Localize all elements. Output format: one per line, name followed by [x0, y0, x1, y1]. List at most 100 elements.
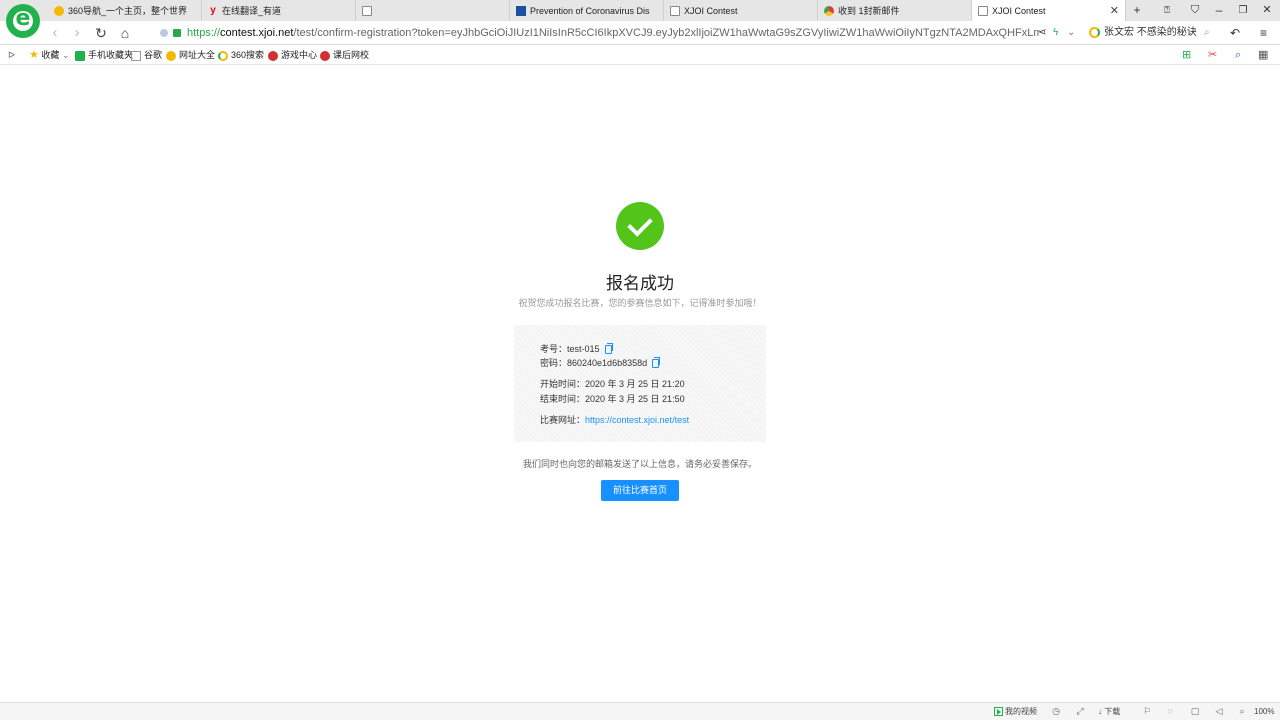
back-button[interactable]: ‹ — [45, 24, 65, 42]
history-icon[interactable]: ◷ — [1051, 706, 1061, 716]
start-time-row: 开始时间：2020 年 3 月 25 日 21:20 — [540, 378, 685, 390]
page-subtitle: 祝贺您成功报名比赛，您的参赛信息如下，记得准时参加哦！ — [518, 298, 762, 308]
refresh-button[interactable]: ↻ — [91, 24, 111, 42]
zoom-level[interactable]: 100% — [1254, 705, 1274, 719]
bookmark-favorites[interactable]: ★ 收藏 ⌄ — [29, 48, 69, 62]
browser-logo-icon[interactable] — [6, 4, 40, 38]
bookmark-label: 手机收藏夹 — [88, 50, 134, 60]
url-path: /test/confirm-registration?token=eyJhbGc… — [293, 27, 1040, 39]
tab-blank[interactable] — [356, 0, 510, 21]
chevron-down-icon: ⌄ — [61, 50, 70, 60]
star-icon: ★ — [29, 49, 39, 61]
tab-label: XJOI Contest — [992, 5, 1046, 16]
search-tool-icon[interactable]: ⌕ — [1235, 48, 1241, 62]
sidebar-toggle-icon[interactable]: ᐅ — [8, 48, 15, 62]
forward-button[interactable]: › — [67, 24, 87, 42]
tab-label: 在线翻译_有道 — [222, 6, 282, 16]
game-icon — [268, 50, 278, 61]
url-scheme: https:// — [187, 27, 221, 39]
exam-number-label: 考号： — [540, 344, 568, 354]
360-icon — [166, 50, 176, 61]
bookmark-directory[interactable]: 网址大全 — [166, 48, 215, 62]
end-time-row: 结束时间：2020 年 3 月 25 日 21:50 — [540, 393, 685, 405]
goto-contest-home-button[interactable]: 前往比赛首页 — [601, 480, 679, 501]
flag-icon[interactable]: ⚐ — [1142, 706, 1152, 716]
tab-coronavirus[interactable]: Prevention of Coronavirus Dis — [510, 0, 664, 21]
tab-xjoi-active[interactable]: XJOI Contest ✕ — [972, 0, 1126, 21]
url-field[interactable]: https://contest.xjoi.net/test/confirm-re… — [160, 25, 1040, 41]
undo-icon[interactable]: ↶ — [1230, 25, 1240, 41]
bookmark-mobile[interactable]: 手机收藏夹 — [75, 48, 133, 62]
shield-icon — [160, 29, 168, 38]
home-button[interactable]: ⌂ — [115, 24, 135, 42]
360-search-icon — [218, 50, 228, 61]
tab-label: 收到 1封新邮件 — [838, 6, 900, 16]
sound-icon[interactable]: ◁ — [1214, 706, 1224, 716]
chevron-down-icon[interactable]: ⌄ — [1067, 25, 1075, 41]
bookmark-google[interactable]: 谷歌 — [131, 48, 162, 62]
youdao-icon: y — [210, 4, 216, 16]
lightning-icon[interactable]: ϟ — [1053, 25, 1058, 41]
bookmark-games[interactable]: 游戏中心 — [268, 48, 317, 62]
zoom-icon[interactable]: ⌕ — [1237, 706, 1247, 716]
page-content: 报名成功 祝贺您成功报名比赛，您的参赛信息如下，记得准时参加哦！ 考号：test… — [0, 66, 1280, 702]
close-window-button[interactable]: ✕ — [1256, 2, 1278, 19]
tab-bar: 360导航_一个主页，整个世界 y 在线翻译_有道 Prevention of … — [0, 0, 1280, 38]
end-time-value: 2020 年 3 月 25 日 21:50 — [585, 394, 685, 404]
tab-360-nav[interactable]: 360导航_一个主页，整个世界 — [48, 0, 202, 21]
start-time-value: 2020 年 3 月 25 日 21:20 — [585, 379, 685, 389]
copy-icon[interactable] — [604, 343, 613, 355]
minimize-button[interactable]: – — [1208, 2, 1230, 19]
new-tab-button[interactable]: + — [1126, 2, 1148, 19]
360-search-icon — [1089, 26, 1100, 38]
my-video-label: 我的视频 — [1005, 707, 1037, 716]
tab-youdao[interactable]: y 在线翻译_有道 — [202, 0, 356, 21]
restore-button[interactable]: ❐ — [1232, 2, 1254, 19]
screenshot-icon[interactable]: ✂ — [1208, 48, 1217, 62]
registration-info-box: 考号：test-015 密码：860240e1d6b8358d 开始时间：202… — [514, 325, 766, 442]
tab-label: XJOI Contest — [684, 5, 738, 16]
cleanup-icon[interactable]: ◌ — [1165, 706, 1175, 716]
apps-icon[interactable]: ▦ — [1258, 48, 1268, 62]
bookmarks-bar: ᐅ ★ 收藏 ⌄ 手机收藏夹 谷歌 网址大全 360搜索 游戏中心 课后网校 ⊞… — [0, 45, 1280, 65]
tab-label: Prevention of Coronavirus Dis — [530, 5, 650, 16]
lock-icon — [173, 29, 181, 38]
search-hint-text: 张文宏 不感染的秘诀 — [1104, 27, 1197, 38]
search-box[interactable]: 张文宏 不感染的秘诀 — [1089, 25, 1197, 41]
exam-number-row: 考号：test-015 — [540, 343, 613, 355]
tab-mail[interactable]: 收到 1封新邮件 — [818, 0, 972, 21]
contest-url-link[interactable]: https://contest.xjoi.net/test — [585, 415, 689, 425]
bookmark-label: 360搜索 — [231, 50, 265, 60]
site-icon — [516, 5, 526, 16]
accelerate-icon[interactable]: ⤢ — [1075, 706, 1085, 716]
skin-icon[interactable]: ⛉ — [1184, 2, 1206, 19]
page-icon — [131, 50, 141, 61]
help-icon[interactable]: ⍰ — [1156, 2, 1178, 19]
bookmark-label: 游戏中心 — [281, 50, 318, 60]
school-icon — [320, 50, 330, 61]
my-video-button[interactable]: 我的视频 — [994, 705, 1037, 719]
password-label: 密码： — [540, 358, 568, 368]
exam-number-value: test-015 — [567, 344, 600, 354]
bookmark-school[interactable]: 课后网校 — [320, 48, 369, 62]
check-circle-icon — [616, 202, 664, 250]
page-title: 报名成功 — [606, 274, 674, 293]
menu-icon[interactable]: ≡ — [1260, 25, 1267, 41]
bookmark-label: 谷歌 — [144, 50, 163, 60]
bookmark-label: 课后网校 — [333, 50, 370, 60]
download-icon: ↓ — [1098, 707, 1102, 716]
extension-icon[interactable]: ⊞ — [1182, 48, 1191, 62]
copy-icon[interactable] — [652, 357, 661, 369]
download-button[interactable]: ↓ 下载 — [1098, 705, 1120, 719]
address-bar: ‹ › ↻ ⌂ https://contest.xjoi.net/test/co… — [0, 21, 1280, 45]
start-time-label: 开始时间： — [540, 379, 586, 389]
close-icon[interactable]: ✕ — [1110, 4, 1119, 17]
window-icon[interactable]: ▢ — [1190, 706, 1200, 716]
share-icon[interactable]: ⋖ — [1038, 25, 1046, 41]
bookmark-label: 网址大全 — [179, 50, 216, 60]
tab-xjoi-1[interactable]: XJOI Contest — [664, 0, 818, 21]
status-bar: 我的视频 ◷ ⤢ ↓ 下载 ⚐ ◌ ▢ ◁ ⌕ 100% — [0, 702, 1280, 720]
password-value: 860240e1d6b8358d — [567, 358, 648, 368]
search-icon[interactable]: ⌕ — [1204, 25, 1210, 41]
bookmark-360-search[interactable]: 360搜索 — [218, 48, 264, 62]
